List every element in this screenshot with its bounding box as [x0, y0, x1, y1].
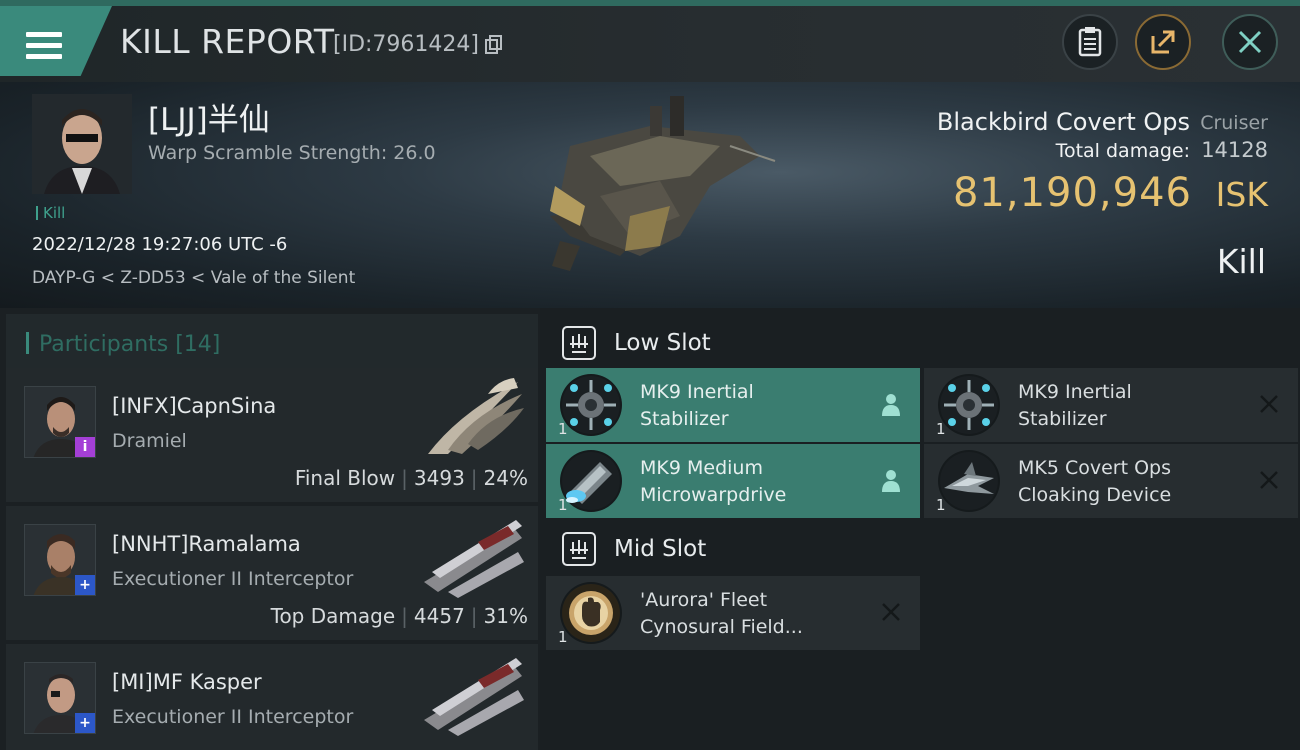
- isk-unit: ISK: [1215, 175, 1268, 214]
- participant-portrait[interactable]: i: [24, 386, 96, 458]
- victim-ship-name[interactable]: Blackbird Covert Ops: [937, 108, 1190, 136]
- module-quantity: 1: [936, 496, 946, 514]
- participant-portrait[interactable]: +: [24, 662, 96, 734]
- participant-row[interactable]: i [INFX]CapnSina Dramiel Final Blow | 3493…: [6, 368, 538, 502]
- module-item[interactable]: 1 'Aurora' Fleet Cynosural Field...: [546, 576, 920, 650]
- page-title: KILL REPORT: [120, 22, 335, 61]
- victim-ship-image: [550, 96, 776, 271]
- participant-ship: Dramiel: [112, 430, 187, 452]
- mid-slot-icon: [562, 532, 596, 566]
- mid-slot-label: Mid Slot: [614, 536, 707, 562]
- participant-ship: Executioner II Interceptor: [112, 568, 354, 590]
- menu-button[interactable]: [0, 6, 112, 76]
- module-item[interactable]: 1 MK9 Inertial Stabilizer: [924, 368, 1298, 442]
- participant-row[interactable]: + [MI]MF Kasper Executioner II Intercept…: [6, 644, 538, 750]
- report-id: [ID:7961424]: [333, 32, 479, 57]
- participants-panel: Participants [14] i [INFX]CapnSina Drami…: [0, 308, 540, 750]
- participant-ship: Executioner II Interceptor: [112, 706, 354, 728]
- participant-row[interactable]: + [NNHT]Ramalama Executioner II Intercep…: [6, 506, 538, 640]
- participant-name[interactable]: [NNHT]Ramalama: [112, 532, 301, 556]
- dropped-person-icon: [882, 470, 900, 492]
- cynosural-field-icon: [560, 582, 622, 644]
- clipboard-icon: [1078, 27, 1102, 57]
- module-name: MK9 Medium Microwarpdrive: [640, 457, 787, 506]
- kill-tag: Kill: [36, 204, 65, 222]
- victim-ship-class: Cruiser: [1200, 112, 1268, 134]
- isk-value: 81,190,946: [952, 170, 1192, 216]
- kill-location[interactable]: DAYP-G < Z-DD53 < Vale of the Silent: [32, 268, 355, 288]
- low-slot-label: Low Slot: [614, 330, 711, 356]
- module-quantity: 1: [558, 420, 568, 438]
- hamburger-menu-icon: [26, 32, 62, 60]
- participant-role: Top Damage: [270, 604, 396, 628]
- participant-name[interactable]: [MI]MF Kasper: [112, 670, 262, 694]
- participant-damage: 4457: [413, 604, 465, 628]
- participant-badge: i: [75, 437, 95, 457]
- participant-badge: +: [75, 713, 95, 733]
- module-quantity: 1: [558, 628, 568, 646]
- title-bar: KILL REPORT [ID:7961424]: [0, 0, 1300, 82]
- participant-stats: Final Blow | 3493 | 24%: [294, 466, 528, 490]
- microwarpdrive-icon: [560, 450, 622, 512]
- close-icon: [1238, 30, 1262, 54]
- participant-percent: 31%: [483, 604, 528, 628]
- kill-datetime: 2022/12/28 19:27:06 UTC -6: [32, 234, 288, 255]
- participant-damage: 3493: [413, 466, 465, 490]
- victim-portrait[interactable]: [32, 94, 132, 194]
- module-quantity: 1: [558, 496, 568, 514]
- participants-title: Participants [14]: [26, 332, 220, 357]
- warp-scramble-strength: Warp Scramble Strength: 26.0: [148, 142, 436, 164]
- total-damage-label: Total damage:: [1055, 140, 1190, 162]
- module-item[interactable]: 1 MK5 Covert Ops Cloaking Device: [924, 444, 1298, 518]
- destroyed-x-icon: [1260, 471, 1278, 489]
- inertial-stabilizer-icon: [560, 374, 622, 436]
- destroyed-x-icon: [1260, 395, 1278, 413]
- kill-summary: [LJJ]半仙 Warp Scramble Strength: 26.0 Kil…: [0, 82, 1300, 308]
- module-name: 'Aurora' Fleet Cynosural Field...: [640, 589, 803, 638]
- module-item[interactable]: 1 MK9 Medium Microwarpdrive: [546, 444, 920, 518]
- victim-name[interactable]: [LJJ]半仙: [148, 94, 270, 139]
- participant-role: Final Blow: [294, 466, 396, 490]
- module-name: MK5 Covert Ops Cloaking Device: [1018, 457, 1172, 506]
- share-button[interactable]: [1135, 14, 1191, 70]
- inertial-stabilizer-icon: [938, 374, 1000, 436]
- participant-portrait[interactable]: +: [24, 524, 96, 596]
- participants-header: Participants [14]: [6, 314, 538, 372]
- low-slot-header: Low Slot: [546, 314, 916, 370]
- close-button[interactable]: [1222, 14, 1278, 70]
- dropped-person-icon: [882, 394, 900, 416]
- fitting-panel: Low Slot 1 MK9 Inertial Stabilizer 1 MK9…: [540, 308, 1300, 750]
- module-name: MK9 Inertial Stabilizer: [1018, 381, 1132, 430]
- total-damage-value: 14128: [1201, 138, 1268, 162]
- copy-icon[interactable]: [484, 35, 504, 55]
- module-quantity: 1: [936, 420, 946, 438]
- participant-badge: +: [75, 575, 95, 595]
- participant-ship-image: [428, 378, 524, 454]
- mid-slot-header: Mid Slot: [546, 520, 916, 576]
- cloaking-device-icon: [938, 450, 1000, 512]
- destroyed-x-icon: [882, 603, 900, 621]
- title-bar-accent: [0, 0, 1300, 6]
- module-name: MK9 Inertial Stabilizer: [640, 381, 754, 430]
- kill-result: Kill: [1216, 242, 1266, 281]
- share-icon: [1151, 30, 1175, 54]
- participant-percent: 24%: [483, 466, 528, 490]
- module-item[interactable]: 1 MK9 Inertial Stabilizer: [546, 368, 920, 442]
- low-slot-icon: [562, 326, 596, 360]
- participant-stats: Top Damage | 4457 | 31%: [270, 604, 528, 628]
- participant-ship-image: [424, 520, 524, 598]
- participant-ship-image: [424, 658, 524, 736]
- participant-name[interactable]: [INFX]CapnSina: [112, 394, 276, 418]
- report-list-button[interactable]: [1062, 14, 1118, 70]
- victim-avatar-image: [32, 94, 132, 194]
